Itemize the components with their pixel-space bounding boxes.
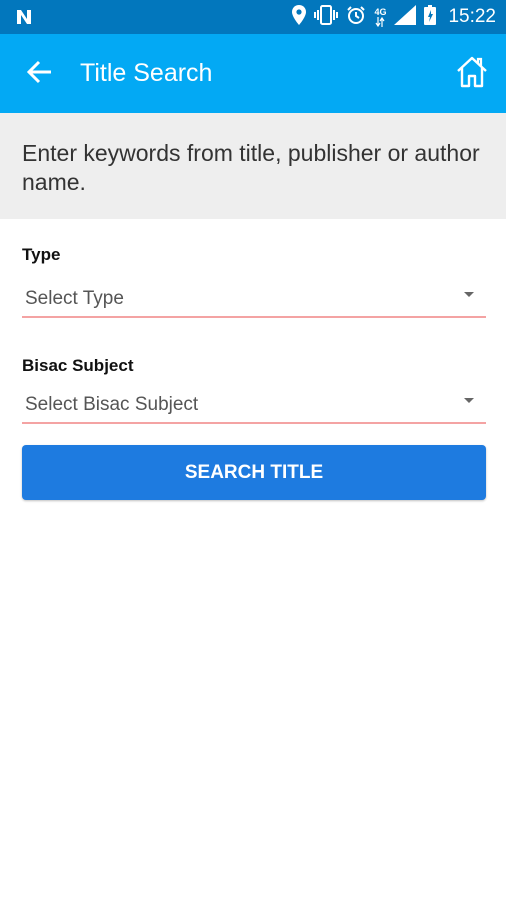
home-icon bbox=[455, 55, 489, 94]
dropdown-arrow-icon bbox=[464, 398, 474, 403]
bisac-subject-label: Bisac Subject bbox=[22, 356, 134, 375]
arrow-left-icon bbox=[26, 59, 53, 90]
network-type-label: 4G bbox=[374, 6, 387, 17]
notification-n-icon bbox=[14, 7, 34, 32]
type-label: Type bbox=[22, 245, 61, 264]
signal-icon bbox=[394, 4, 417, 30]
type-select[interactable]: Select Type bbox=[22, 282, 486, 318]
alarm-icon bbox=[346, 5, 366, 30]
page-title: Title Search bbox=[80, 59, 213, 87]
location-icon bbox=[292, 4, 307, 30]
status-time: 15:22 bbox=[448, 6, 496, 27]
type-select-value: Select Type bbox=[25, 288, 124, 309]
instruction-text: Enter keywords from title, publisher or … bbox=[22, 140, 480, 195]
instruction-panel: Enter keywords from title, publisher or … bbox=[0, 113, 506, 219]
status-bar: 4G 15:22 bbox=[0, 0, 506, 34]
search-title-button[interactable]: SEARCH TITLE bbox=[22, 445, 486, 500]
vibrate-icon bbox=[314, 4, 339, 30]
app-bar: Title Search bbox=[0, 34, 506, 113]
battery-icon bbox=[424, 4, 437, 30]
dropdown-arrow-icon bbox=[464, 292, 474, 297]
bisac-subject-select[interactable]: Select Bisac Subject bbox=[22, 388, 486, 424]
home-button[interactable] bbox=[452, 54, 492, 94]
back-button[interactable] bbox=[22, 56, 58, 92]
bisac-subject-select-value: Select Bisac Subject bbox=[25, 394, 199, 415]
network-type-indicator: 4G bbox=[374, 6, 387, 27]
